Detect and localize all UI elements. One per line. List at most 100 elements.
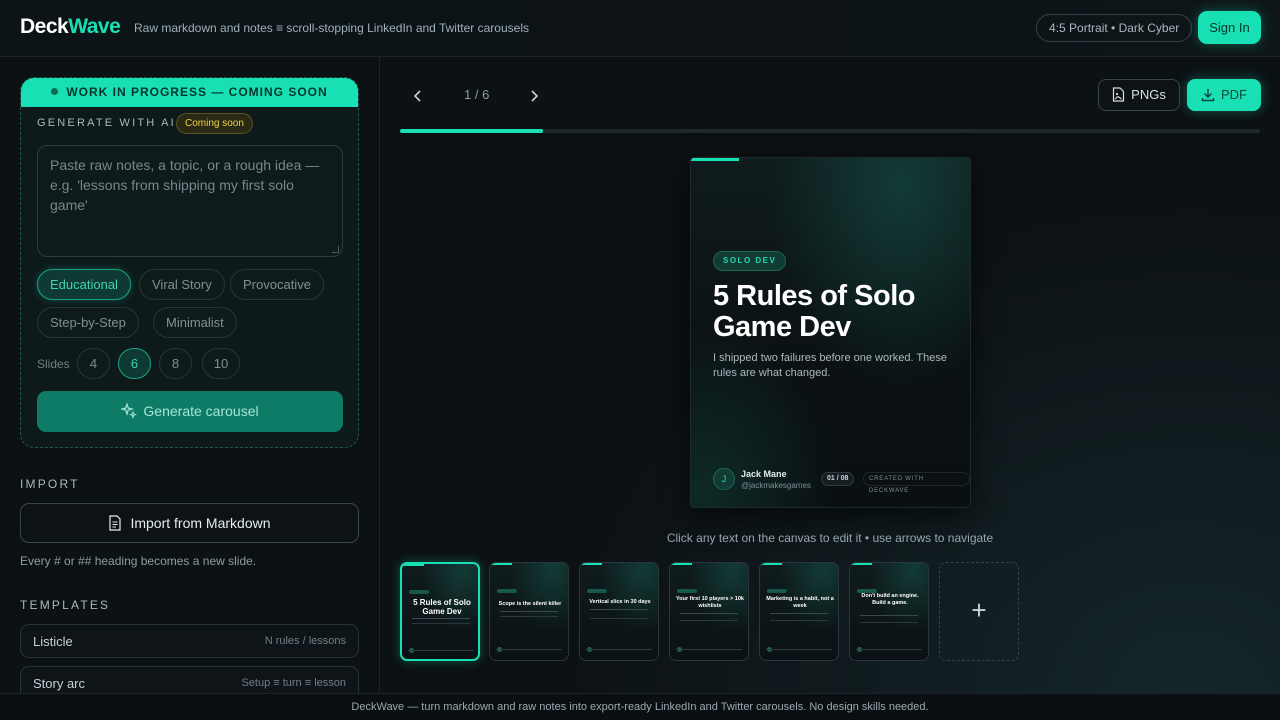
thumb-footer — [408, 650, 474, 653]
sign-in-button[interactable]: Sign In — [1198, 11, 1261, 44]
slide-thumbnail[interactable]: Don't build an engine. Build a game. — [849, 562, 929, 661]
slide-thumbnail[interactable]: Your first 10 players > 10k wishlists — [669, 562, 749, 661]
notes-placeholder: Paste raw notes, a topic, or a rough ide… — [50, 157, 320, 213]
template-meta: N rules / lessons — [264, 635, 346, 647]
page-indicator: 1 / 6 — [464, 87, 490, 102]
thumb-tag — [767, 589, 787, 593]
top-bar: DeckWave Raw markdown and notes ≡ scroll… — [0, 0, 1280, 57]
template-story-arc[interactable]: Story arc Setup ≡ turn ≡ lesson — [20, 666, 359, 693]
logo-prefix: Deck — [20, 15, 69, 38]
thumb-body-lines — [680, 613, 738, 621]
template-listicle[interactable]: Listicle N rules / lessons — [20, 624, 359, 658]
thumb-title: Don't build an engine. Build a game. — [861, 593, 919, 606]
style-chip-provocative[interactable]: Provocative — [230, 269, 324, 300]
templates-section-label: TEMPLATES — [20, 598, 111, 612]
plus-icon: + — [971, 595, 987, 625]
thumb-footer — [676, 649, 742, 652]
slide-count-6[interactable]: 6 — [118, 348, 151, 379]
style-chip-educational[interactable]: Educational — [37, 269, 131, 300]
template-name: Listicle — [33, 634, 73, 649]
style-chip-step-by-step[interactable]: Step-by-Step — [37, 307, 139, 338]
chevron-right-icon — [531, 90, 539, 102]
slide-title[interactable]: 5 Rules of Solo Game Dev — [713, 281, 953, 343]
thumb-title: 5 Rules of Solo Game Dev — [413, 598, 471, 616]
style-chip-minimalist[interactable]: Minimalist — [153, 307, 237, 338]
page-footer: DeckWave — turn markdown and raw notes i… — [0, 693, 1280, 720]
slide-progress-fill — [400, 129, 544, 133]
thumb-title: Scope is the silent killer — [498, 601, 562, 607]
slide-subtitle[interactable]: I shipped two failures before one worked… — [713, 351, 953, 381]
thumb-tag — [587, 589, 607, 593]
left-panel: WORK IN PROGRESS — COMING SOON GENERATE … — [0, 57, 380, 693]
add-slide-button[interactable]: + — [939, 562, 1019, 661]
slide-tag[interactable]: SOLO DEV — [713, 251, 787, 271]
file-text-icon — [109, 515, 122, 531]
export-pdf-button[interactable]: PDF — [1187, 79, 1261, 111]
prev-slide-button[interactable] — [406, 84, 430, 108]
thumb-tag — [497, 589, 517, 593]
resize-handle-icon[interactable] — [332, 246, 339, 253]
sparkles-icon — [120, 401, 138, 420]
slide-thumbnail[interactable]: 5 Rules of Solo Game Dev — [400, 562, 480, 661]
status-dot-icon — [51, 88, 59, 95]
thumb-tag — [677, 589, 697, 593]
thumb-body-lines — [500, 611, 558, 617]
slide-thumbnail[interactable]: Scope is the silent killer — [489, 562, 569, 661]
download-icon — [1201, 89, 1215, 102]
pdf-button-label: PDF — [1221, 87, 1247, 102]
import-section-label: IMPORT — [20, 477, 80, 491]
author-handle[interactable]: @jackmakesgames — [741, 481, 811, 490]
slide-count-10[interactable]: 10 — [202, 348, 240, 379]
slide-credit: CREATED WITH DECKWAVE — [863, 472, 970, 494]
author-name[interactable]: Jack Mane — [741, 469, 787, 479]
import-hint: Every # or ## heading becomes a new slid… — [20, 554, 257, 568]
png-button-label: PNGs — [1131, 87, 1166, 102]
slide-thumbnail[interactable]: Vertical slice in 30 days — [579, 562, 659, 661]
thumb-subtitle-lines — [412, 618, 470, 624]
next-slide-button[interactable] — [522, 84, 546, 108]
notes-textarea[interactable]: Paste raw notes, a topic, or a rough ide… — [37, 145, 343, 257]
chevron-left-icon — [413, 90, 421, 102]
thumb-footer — [496, 649, 562, 652]
wip-banner-text: WORK IN PROGRESS — COMING SOON — [66, 85, 328, 99]
thumb-accent — [490, 563, 512, 565]
thumb-title: Your first 10 players > 10k wishlists — [676, 596, 744, 609]
author-avatar: J — [713, 468, 735, 490]
generate-carousel-button[interactable]: Generate carousel — [37, 391, 343, 432]
thumb-accent — [850, 563, 872, 565]
thumb-title: Vertical slice in 30 days — [589, 599, 651, 605]
coming-soon-badge: Coming soon — [176, 113, 253, 134]
wip-banner: WORK IN PROGRESS — COMING SOON — [21, 78, 358, 107]
thumb-accent — [670, 563, 692, 565]
slide-count-8[interactable]: 8 — [159, 348, 192, 379]
style-chip-viral-story[interactable]: Viral Story — [139, 269, 225, 300]
thumb-footer — [766, 649, 832, 652]
slide-accent-line — [691, 158, 739, 161]
thumb-title: Marketing is a habit, not a week — [766, 596, 834, 609]
thumb-footer — [586, 649, 652, 652]
format-selector[interactable]: 4:5 Portrait • Dark Cyber — [1036, 14, 1193, 42]
export-pngs-button[interactable]: PNGs — [1098, 79, 1180, 111]
thumb-accent — [580, 563, 602, 565]
thumb-tag — [409, 590, 429, 594]
app-tagline: Raw markdown and notes ≡ scroll-stopping… — [134, 21, 529, 35]
thumb-accent — [402, 564, 424, 566]
edit-hint: Click any text on the canvas to edit it … — [666, 531, 994, 545]
generate-button-label: Generate carousel — [143, 403, 259, 419]
slide-counter: 01 / 08 — [821, 472, 855, 486]
logo-suffix: Wave — [68, 15, 121, 38]
thumb-body-lines — [590, 609, 648, 619]
thumb-body-lines — [860, 615, 918, 623]
slides-count-label: Slides — [37, 357, 70, 371]
slide-count-4[interactable]: 4 — [77, 348, 110, 379]
slide-thumbnail[interactable]: Marketing is a habit, not a week — [759, 562, 839, 661]
thumb-footer — [856, 649, 922, 652]
import-markdown-button[interactable]: Import from Markdown — [20, 503, 359, 543]
ai-generate-card: WORK IN PROGRESS — COMING SOON GENERATE … — [20, 77, 359, 448]
thumb-accent — [760, 563, 782, 565]
image-file-icon — [1113, 87, 1125, 102]
import-button-label: Import from Markdown — [130, 515, 271, 531]
slide-canvas[interactable]: SOLO DEV 5 Rules of Solo Game Dev I ship… — [690, 157, 971, 508]
app-logo[interactable]: DeckWave — [20, 15, 121, 39]
thumb-body-lines — [770, 613, 828, 621]
